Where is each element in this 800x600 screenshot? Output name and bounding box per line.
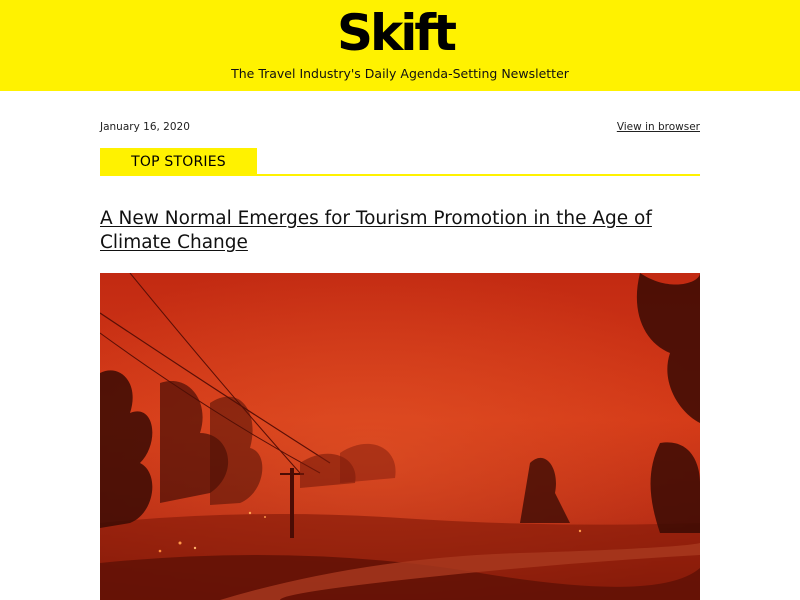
section-label: TOP STORIES [100, 148, 257, 176]
logo-text: Skift [337, 4, 457, 62]
story-headline-link[interactable]: A New Normal Emerges for Tourism Promoti… [100, 207, 710, 255]
newsletter-tagline: The Travel Industry's Daily Agenda-Setti… [231, 66, 569, 81]
newsletter-header: Skift The Travel Industry's Daily Agenda… [0, 0, 800, 91]
skift-logo[interactable]: Skift [337, 0, 457, 66]
bushfire-photo-icon [100, 273, 700, 600]
story-hero-image[interactable] [100, 273, 700, 600]
view-in-browser-link[interactable]: View in browser [617, 121, 700, 133]
issue-date: January 16, 2020 [100, 121, 190, 133]
section-header: TOP STORIES [100, 148, 700, 176]
